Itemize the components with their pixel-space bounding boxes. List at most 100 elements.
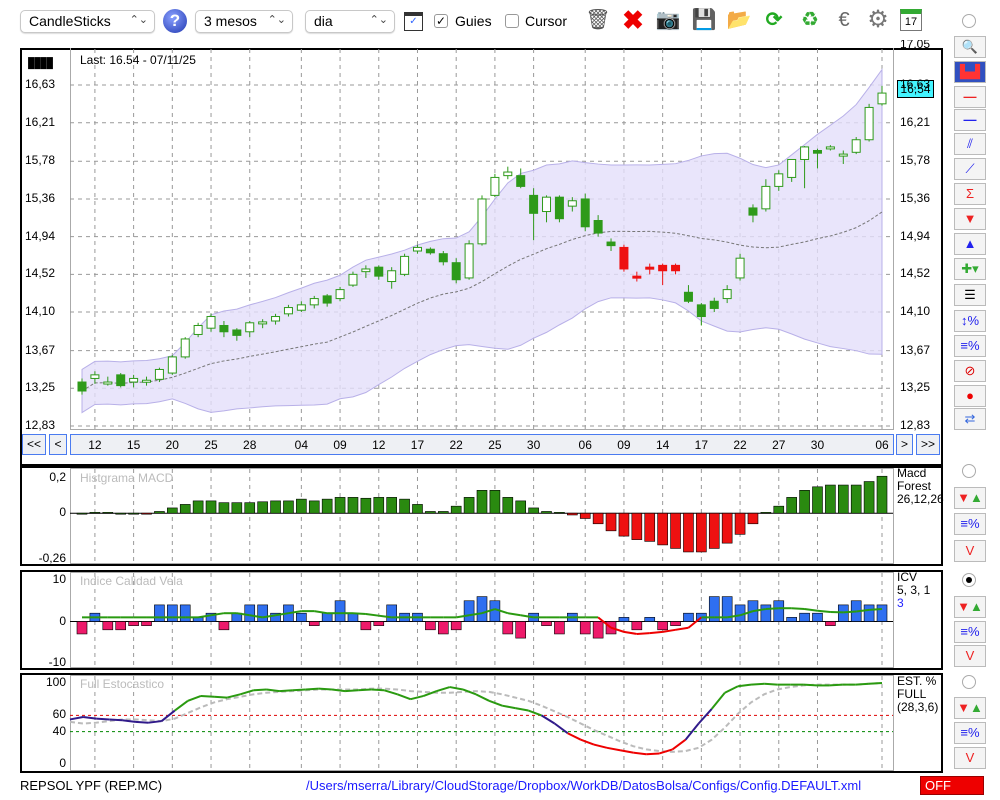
stochastic-k-line [646, 752, 660, 756]
stochastic-k-line [475, 693, 490, 702]
candle-body [683, 291, 693, 302]
icv-bar [154, 604, 165, 622]
panel-radio-stochastic[interactable] [962, 675, 976, 689]
axis-tick-label: -10 [48, 655, 66, 669]
price-tick-label-right: 16,21 [900, 114, 931, 129]
macd-bar [283, 500, 294, 514]
icv-bar [347, 612, 359, 622]
candle-body [425, 248, 435, 254]
candle-body [864, 106, 874, 141]
down-arrow-icon[interactable]: ▼ [954, 208, 986, 230]
candle-body [180, 338, 190, 358]
candle-body [271, 316, 281, 322]
price-tick-label-left: 16,63 [25, 77, 56, 91]
stochastic-k-line [96, 717, 110, 721]
swap-icon[interactable]: ⇄ [954, 408, 986, 430]
macd-bar [192, 500, 204, 514]
volume-chart-icon[interactable]: ▙▟ [954, 61, 986, 83]
panel-radio-icv[interactable] [962, 573, 976, 587]
icv-signal-line [507, 612, 521, 617]
percent-lines-icon[interactable]: ≡% [954, 513, 986, 535]
macd-bar [541, 511, 552, 514]
icv-bar [257, 604, 268, 622]
nav-prev-button[interactable]: < [49, 434, 67, 455]
candle-body [800, 146, 810, 160]
percent-lines-icon[interactable]: ≡% [954, 335, 986, 357]
stop-icon[interactable]: ⊘ [954, 360, 986, 382]
percent-lines-icon[interactable]: ≡% [954, 722, 986, 744]
candle-body [554, 196, 564, 220]
candle-body [219, 324, 229, 333]
candle-body [167, 356, 177, 374]
nav-next-button[interactable]: > [896, 434, 913, 455]
oscillator-icon[interactable]: V [954, 540, 986, 562]
stochastic-k-line [69, 716, 84, 721]
red-line-icon[interactable]: — [954, 86, 986, 108]
candle-body [116, 374, 126, 387]
candle-body [542, 196, 552, 213]
stochastic-k-line [214, 695, 228, 699]
oscillator-icon[interactable]: V [954, 747, 986, 769]
percent-lines-icon[interactable]: ≡% [954, 621, 986, 643]
price-tick-label-left: 12,83 [25, 418, 56, 432]
percent-range-icon[interactable]: ↕% [954, 310, 986, 332]
stochastic-k-line [803, 683, 817, 687]
stochastic-k-line [279, 689, 293, 693]
nav-last-button[interactable]: >> [916, 434, 940, 455]
icv-signal-line [817, 609, 831, 613]
icv-bar [296, 612, 307, 622]
macd-bar [721, 512, 733, 544]
blue-line-icon[interactable]: — [954, 109, 986, 131]
macd-bar [786, 497, 797, 514]
nav-first-button[interactable]: << [22, 434, 46, 455]
signals-arrows-icon[interactable]: ▼▲ [954, 596, 986, 618]
candle-body [232, 329, 242, 336]
icv-signal-line [675, 626, 689, 631]
up-arrow-icon[interactable]: ▲ [954, 233, 986, 255]
icv-signal-line [636, 632, 650, 635]
candle-body [580, 198, 590, 228]
macd-bar [360, 497, 372, 514]
trendline-icon[interactable]: ⟋ [954, 158, 986, 180]
candle-body [258, 321, 268, 325]
horizontal-lines-icon[interactable]: ☰ [954, 284, 986, 306]
icv-signal-line [869, 608, 883, 611]
zoom-icon[interactable]: 🔍 [954, 36, 986, 58]
icv-bar [618, 617, 630, 622]
candle-body [825, 146, 835, 150]
icv-bar [760, 604, 772, 622]
price-tick-label-right: 12,83 [900, 418, 931, 432]
macd-bar [412, 504, 423, 514]
price-tick-label-left: 13,67 [25, 342, 56, 357]
candle-body [309, 298, 319, 306]
add-signal-icon[interactable]: ✚▾ [954, 258, 986, 280]
stochastic-k-line [567, 732, 582, 741]
icv-bar [437, 621, 449, 635]
config-path-link[interactable]: /Users/mserra/Library/CloudStorage/Dropb… [306, 778, 861, 793]
ticker-label: REPSOL YPF (REP.MC) [20, 778, 163, 793]
stochastic-legend: EST. % FULL (28,3,6) [897, 675, 938, 714]
channel-icon[interactable]: ⫽ [954, 133, 986, 155]
status-off-indicator[interactable]: OFF [920, 776, 984, 795]
stochastic-k-line [318, 687, 332, 691]
stochastic-k-line [449, 686, 464, 691]
panel-radio-main[interactable] [962, 14, 976, 28]
signals-arrows-icon[interactable]: ▼▲ [954, 697, 986, 719]
price-tick-label-right: 14,10 [900, 304, 931, 319]
record-icon[interactable]: ● [954, 385, 986, 407]
stochastic-k-line [633, 751, 647, 756]
price-tick-label-right: 15,78 [900, 153, 931, 168]
signals-arrows-icon[interactable]: ▼▲ [954, 487, 986, 509]
fibonacci-icon[interactable]: Σ [954, 183, 986, 205]
oscillator-icon[interactable]: V [954, 645, 986, 667]
macd-bar [399, 498, 410, 514]
icv-bar [128, 621, 139, 626]
icv-signal-line [649, 630, 663, 635]
icv-legend: ICV 5, 3, 13 [897, 571, 930, 610]
price-tick-label-right: 15,36 [900, 190, 931, 205]
panel-radio-macd[interactable] [962, 464, 976, 478]
stochastic-k-line [710, 692, 726, 710]
candle-body [412, 246, 422, 252]
macd-title: Histgrama MACD [80, 471, 174, 485]
stochastic-k-line [397, 693, 411, 701]
